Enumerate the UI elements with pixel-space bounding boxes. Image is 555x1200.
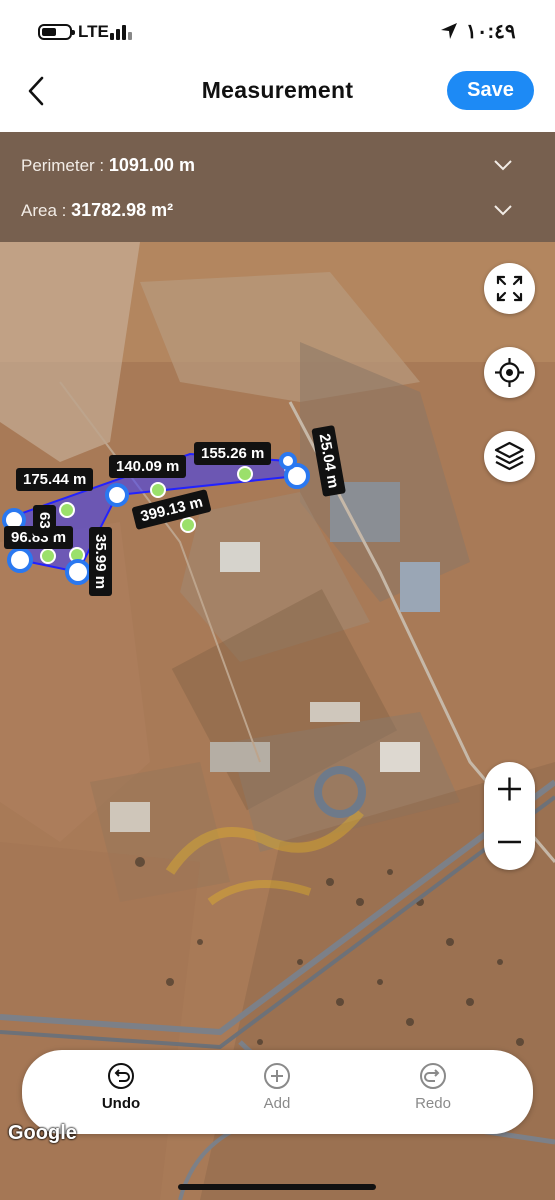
undo-label: Undo — [101, 1095, 141, 1112]
zoom-in-icon — [498, 777, 521, 801]
google-attribution: Google — [8, 1122, 77, 1144]
zoom-control — [484, 762, 535, 870]
zoom-out-button[interactable] — [484, 816, 535, 870]
redo-label: Redo — [415, 1095, 451, 1112]
chevron-down-icon[interactable] — [493, 204, 513, 216]
locate-button[interactable] — [484, 347, 535, 398]
measurement-info-panel: Perimeter : 1091.00 m Area : 31782.98 m² — [0, 132, 555, 242]
chevron-down-icon[interactable] — [493, 159, 513, 171]
segment-label: 175.44 m — [16, 468, 94, 491]
segment-label: 155.26 m — [194, 442, 272, 465]
save-button[interactable]: Save — [447, 71, 534, 110]
perimeter-value: 1091.00 m — [108, 155, 195, 175]
bottom-toolbar: Undo Add Redo — [22, 1050, 533, 1134]
fullscreen-icon — [496, 275, 523, 302]
network-type: LTE — [78, 22, 109, 41]
redo-button[interactable]: Redo — [383, 1062, 483, 1112]
location-arrow-icon — [441, 23, 457, 39]
add-button[interactable]: Add — [227, 1062, 327, 1112]
perimeter-row[interactable]: Perimeter : 1091.00 m — [21, 155, 195, 176]
clock: ١٠:٤٩ — [466, 21, 516, 43]
segment-label: 63 — [33, 505, 56, 536]
add-icon — [264, 1063, 290, 1089]
status-bar: LTE ١٠:٤٩ — [0, 0, 555, 60]
home-indicator[interactable] — [178, 1184, 376, 1190]
undo-icon — [108, 1063, 134, 1089]
segment-label: 35.99 m — [89, 527, 112, 597]
perimeter-label: Perimeter : — [21, 156, 105, 175]
locate-icon — [495, 358, 524, 387]
nav-header: Measurement Save — [0, 60, 555, 132]
zoom-out-icon — [498, 840, 521, 844]
zoom-in-button[interactable] — [484, 762, 535, 816]
battery-icon — [38, 24, 75, 40]
segment-label: 140.09 m — [109, 455, 187, 478]
area-label: Area : — [21, 201, 67, 220]
fullscreen-button[interactable] — [484, 263, 535, 314]
signal-icon — [110, 22, 136, 40]
layers-icon — [494, 441, 525, 471]
area-value: 31782.98 m² — [71, 200, 174, 220]
watermark-logo — [165, 766, 366, 906]
add-label: Add — [263, 1095, 291, 1112]
redo-icon — [420, 1063, 446, 1089]
layers-button[interactable] — [484, 431, 535, 482]
undo-button[interactable]: Undo — [71, 1062, 171, 1112]
area-row[interactable]: Area : 31782.98 m² — [21, 200, 173, 221]
